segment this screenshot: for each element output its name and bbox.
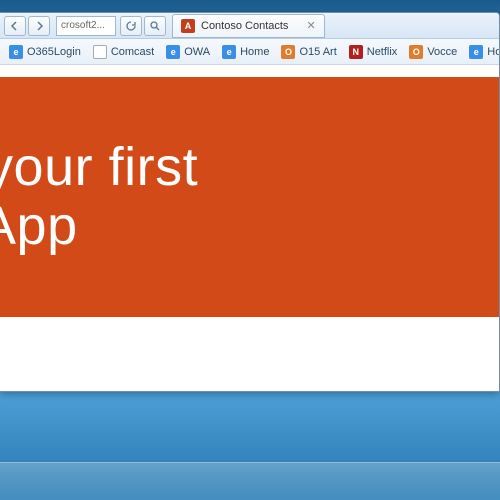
forward-button[interactable] <box>28 16 50 36</box>
browser-tab[interactable]: A Contoso Contacts ✕ <box>172 14 325 38</box>
bookmark-item[interactable]: O O15 Art <box>276 43 341 61</box>
bookmark-label: OWA <box>184 46 210 58</box>
bookmark-label: Hotmail <box>487 46 499 58</box>
bookmark-label: Comcast <box>111 46 154 58</box>
favicon-icon: e <box>222 45 236 59</box>
favicon-icon: e <box>166 45 180 59</box>
favicon-icon: N <box>349 45 363 59</box>
windows-taskbar[interactable] <box>0 462 500 500</box>
favicon-icon: O <box>281 45 295 59</box>
favicon-icon: e <box>9 45 23 59</box>
hero-banner: e your first s App <box>0 77 499 317</box>
hero-line-2: s App <box>0 197 499 256</box>
title-bar: crosoft2... A Contoso Contacts ✕ <box>0 13 499 39</box>
search-icon <box>150 21 160 31</box>
bookmark-item[interactable]: e Hotmail <box>464 43 499 61</box>
bookmark-item[interactable]: O Vocce <box>404 43 462 61</box>
browser-window: crosoft2... A Contoso Contacts ✕ e O365Lo… <box>0 12 500 392</box>
bookmark-label: Home <box>240 46 269 58</box>
bookmarks-bar: e O365Login Comcast e OWA e Home O O15 Art N Netfl… <box>0 39 499 65</box>
bookmark-item[interactable]: e O365Login <box>4 43 86 61</box>
bookmark-item[interactable]: e Home <box>217 43 274 61</box>
bookmark-label: Vocce <box>427 46 457 58</box>
favicon-icon <box>93 45 107 59</box>
bookmark-item[interactable]: e OWA <box>161 43 215 61</box>
back-button[interactable] <box>4 16 26 36</box>
bookmark-item[interactable]: Comcast <box>88 43 159 61</box>
bookmark-label: Netflix <box>367 46 398 58</box>
refresh-icon <box>126 21 136 31</box>
arrow-right-icon <box>34 21 44 31</box>
search-button[interactable] <box>144 16 166 36</box>
arrow-left-icon <box>10 21 20 31</box>
page-content: e your first s App <box>0 65 499 391</box>
favicon-icon: e <box>469 45 483 59</box>
favicon-icon: O <box>409 45 423 59</box>
refresh-button[interactable] <box>120 16 142 36</box>
access-app-icon: A <box>181 19 195 33</box>
address-text: crosoft2... <box>61 20 105 31</box>
hero-line-1: e your first <box>0 138 499 197</box>
address-bar[interactable]: crosoft2... <box>56 16 116 36</box>
bookmark-item[interactable]: N Netflix <box>344 43 403 61</box>
tab-close-icon[interactable]: ✕ <box>306 19 315 32</box>
bookmark-label: O15 Art <box>299 46 336 58</box>
bookmark-label: O365Login <box>27 46 81 58</box>
tab-title: Contoso Contacts <box>201 20 288 32</box>
